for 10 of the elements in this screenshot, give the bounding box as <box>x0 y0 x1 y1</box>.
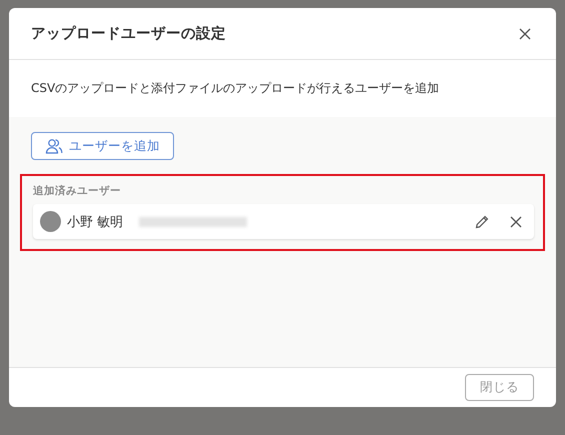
close-icon[interactable] <box>519 28 531 40</box>
user-name: 小野 敏明 <box>67 214 124 230</box>
dialog-description: CSVのアップロードと添付ファイルのアップロードが行えるユーザーを追加 <box>30 80 440 97</box>
add-user-button[interactable]: ユーザーを追加 <box>31 132 174 160</box>
section-heading: 追加済みユーザー <box>33 184 122 198</box>
pencil-icon[interactable] <box>474 214 490 230</box>
remove-icon[interactable] <box>510 216 522 228</box>
avatar-placeholder <box>40 211 61 232</box>
dialog-title: アップロードユーザーの設定 <box>31 24 226 43</box>
users-icon <box>45 137 63 155</box>
